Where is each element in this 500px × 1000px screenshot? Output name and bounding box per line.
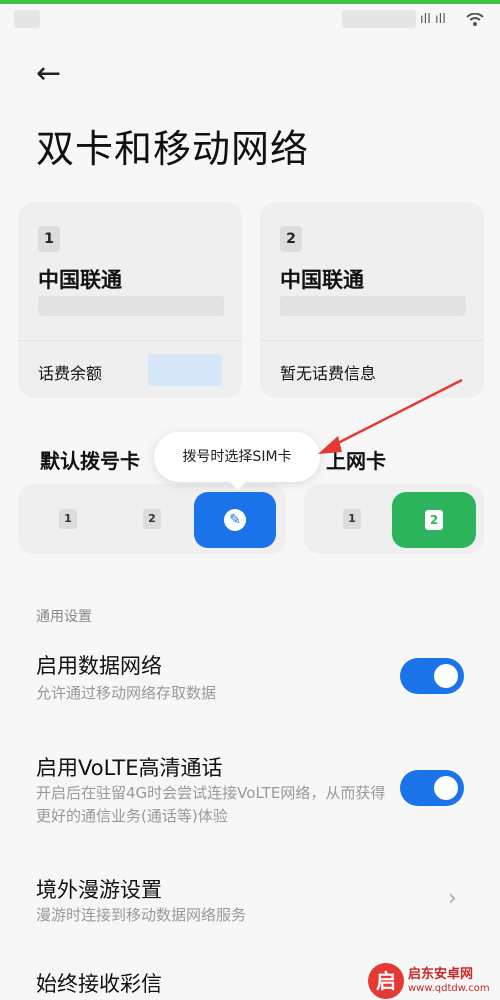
setting-title: 始终接收彩信 [36,972,162,996]
general-settings-label: 通用设置 [36,609,92,625]
balance-value-blur [148,354,222,386]
data-option-sim2[interactable]: 2 [392,492,476,548]
edit-pen-icon: ✎ [224,509,246,531]
phone-number-blur [38,296,224,316]
status-time-blur [14,10,40,28]
page-title: 双卡和移动网络 [36,127,310,171]
sim-carrier-name: 中国联通 [280,268,364,292]
card-divider [260,340,484,341]
sim-slot-badge: 1 [38,226,60,252]
sim-card-2[interactable]: 2 中国联通 暂无话费信息 [260,202,484,398]
setting-subtitle: 开启后在驻留4G时会尝试连接VoLTE网络，从而获得更好的通信业务(通话等)体验 [36,784,386,825]
sim-slot-badge: 2 [280,226,302,252]
balance-label: 话费余额 [38,364,103,383]
chevron-right-icon: › [448,886,457,911]
annotation-arrow-icon [318,378,463,454]
default-data-selector: 1 2 [304,484,484,554]
setting-title: 启用VoLTE高清通话 [36,756,223,780]
card-divider [18,340,242,341]
watermark-name: 启东安卓网 [408,967,474,982]
top-accent-line [0,0,500,4]
setting-title: 启用数据网络 [36,654,162,678]
watermark-logo-icon: 启 [368,963,404,999]
setting-title: 境外漫游设置 [36,878,162,902]
setting-subtitle: 漫游时连接到移动数据网络服务 [36,906,247,924]
watermark-url: www.qdtdw.com [408,983,490,994]
data-option-sim1[interactable]: 1 [340,484,364,554]
dial-option-ask-each-time[interactable]: ✎ [194,492,276,548]
status-bar: ıll ıll [0,8,500,32]
data-network-toggle[interactable] [400,658,464,694]
status-carrier-blur [342,10,416,28]
dial-option-sim2[interactable]: 2 [140,484,164,554]
default-dial-selector: 1 2 ✎ [18,484,286,554]
dial-option-sim1[interactable]: 1 [56,484,80,554]
site-watermark: 启 启东安卓网 www.qdtdw.com [368,962,500,1000]
phone-number-blur [280,296,466,316]
wifi-icon [466,13,484,26]
sim-carrier-name: 中国联通 [38,268,122,292]
default-dial-label: 默认拨号卡 [40,449,140,473]
volte-toggle[interactable] [400,770,464,806]
setting-subtitle: 允许通过移动网络存取数据 [36,684,217,702]
signal-icon: ıll ıll [420,12,446,27]
dial-tooltip: 拨号时选择SIM卡 [154,432,320,490]
back-arrow-icon[interactable]: ← [36,56,72,92]
sim-card-1[interactable]: 1 中国联通 话费余额 [18,202,242,398]
